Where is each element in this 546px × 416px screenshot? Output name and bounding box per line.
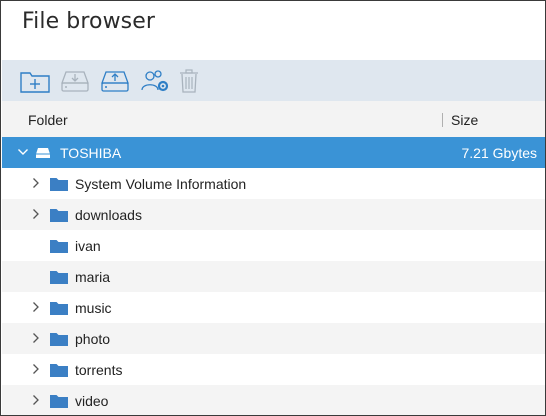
drive-icon — [36, 148, 50, 158]
toolbar — [2, 60, 545, 101]
folder-icon — [50, 333, 68, 346]
chevron-right-icon[interactable] — [30, 177, 42, 189]
folder-icon — [50, 209, 68, 222]
chevron-down-icon[interactable] — [17, 146, 29, 158]
share-users-icon — [141, 70, 169, 92]
chevron-right-icon[interactable] — [30, 332, 42, 344]
folder-icon — [50, 302, 68, 315]
chevron-right-icon[interactable] — [30, 363, 42, 375]
chevron-right-icon[interactable] — [30, 301, 42, 313]
folder-tree: TOSHIBA 7.21 Gbytes System Volume Inform… — [2, 137, 545, 415]
tree-row-label: photo — [75, 331, 111, 347]
tree-row-label: ivan — [75, 238, 101, 254]
tree-row-label: video — [75, 393, 109, 409]
tree-row[interactable]: System Volume Information — [2, 168, 545, 199]
column-size[interactable]: Size — [451, 112, 478, 128]
download-button[interactable] — [58, 66, 92, 96]
file-browser-window: File browser Folder Size TOSHIBA 7.21 Gb… — [0, 0, 546, 416]
tree-row[interactable]: video — [2, 385, 545, 415]
new-folder-button[interactable] — [18, 66, 52, 96]
upload-button[interactable] — [98, 66, 132, 96]
folder-icon — [50, 240, 68, 253]
chevron-right-icon[interactable] — [30, 394, 42, 406]
tree-row[interactable]: ivan — [2, 230, 545, 261]
folder-icon — [50, 178, 68, 191]
tree-row-root[interactable]: TOSHIBA 7.21 Gbytes — [2, 137, 545, 168]
tree-row-label: music — [75, 300, 112, 316]
download-icon — [61, 71, 89, 92]
trash-icon — [180, 69, 198, 93]
title-bar: File browser — [2, 2, 545, 60]
share-users-button[interactable] — [138, 66, 172, 96]
delete-button[interactable] — [172, 66, 206, 96]
tree-row[interactable]: torrents — [2, 354, 545, 385]
column-header: Folder Size — [2, 101, 545, 137]
tree-row[interactable]: downloads — [2, 199, 545, 230]
tree-row[interactable]: maria — [2, 261, 545, 292]
folder-icon — [50, 271, 68, 284]
tree-row[interactable]: photo — [2, 323, 545, 354]
tree-row-label: torrents — [75, 362, 123, 378]
chevron-right-icon[interactable] — [30, 208, 42, 220]
tree-row-label: downloads — [75, 207, 142, 223]
folder-icon — [50, 364, 68, 377]
column-folder[interactable]: Folder — [28, 112, 68, 128]
tree-row-label: maria — [75, 269, 111, 285]
tree-row-size: 7.21 Gbytes — [461, 145, 538, 161]
folder-icon — [50, 395, 68, 408]
window-title: File browser — [22, 9, 156, 34]
tree-row-label: TOSHIBA — [60, 145, 122, 161]
new-folder-icon — [20, 72, 50, 93]
tree-row[interactable]: music — [2, 292, 545, 323]
column-divider[interactable] — [442, 113, 443, 127]
upload-icon — [101, 71, 129, 92]
tree-row-label: System Volume Information — [75, 176, 247, 192]
